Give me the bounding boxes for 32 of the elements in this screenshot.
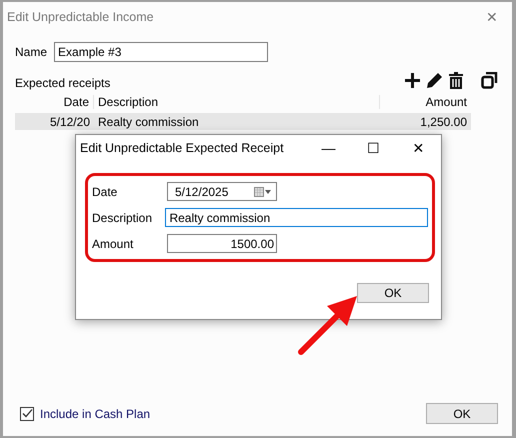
checkbox-label: Include in Cash Plan <box>40 406 150 420</box>
maximize-button[interactable]: ☐ <box>351 140 396 156</box>
add-icon[interactable] <box>405 72 420 88</box>
name-label: Name <box>15 45 48 59</box>
window-title: Edit Unpredictable Income <box>7 10 154 24</box>
copy-icon[interactable] <box>481 72 498 88</box>
description-field[interactable]: Realty commission <box>165 208 428 227</box>
trash-icon[interactable] <box>449 72 463 88</box>
pencil-icon[interactable] <box>426 72 443 88</box>
amount-field[interactable]: 1500.00 <box>167 234 277 253</box>
close-button[interactable]: ✕ <box>472 3 512 31</box>
field-label: Amount <box>92 236 134 250</box>
column-header[interactable]: Description <box>94 95 380 109</box>
name-field[interactable]: Example #3 <box>54 42 268 62</box>
dialog-title: Edit Unpredictable Expected Receipt <box>80 141 285 155</box>
table-cell-text: 1,250.00 <box>419 114 468 128</box>
receipts-label: Expected receipts <box>15 76 110 90</box>
field-label: Description <box>92 210 154 224</box>
checkbox[interactable] <box>20 406 34 420</box>
table-cell-text: Realty commission <box>97 114 200 128</box>
ok-button[interactable]: OK <box>357 283 429 303</box>
minimize-button[interactable]: — <box>306 140 351 156</box>
arrow-annotation <box>297 294 359 356</box>
table-row[interactable]: 5/12/20 Realty commission 1,250.00 <box>15 113 471 130</box>
column-header[interactable]: Amount <box>380 95 471 109</box>
calendar-dropdown-icon[interactable] <box>254 186 272 196</box>
close-button[interactable]: ✕ <box>396 140 441 156</box>
field-label: Date <box>92 184 118 198</box>
column-header[interactable]: Date <box>15 95 94 109</box>
date-picker[interactable]: 5/12/2025 <box>167 182 277 201</box>
ok-button[interactable]: OK <box>426 403 498 424</box>
table-cell-text: 5/12/20 <box>48 114 91 128</box>
